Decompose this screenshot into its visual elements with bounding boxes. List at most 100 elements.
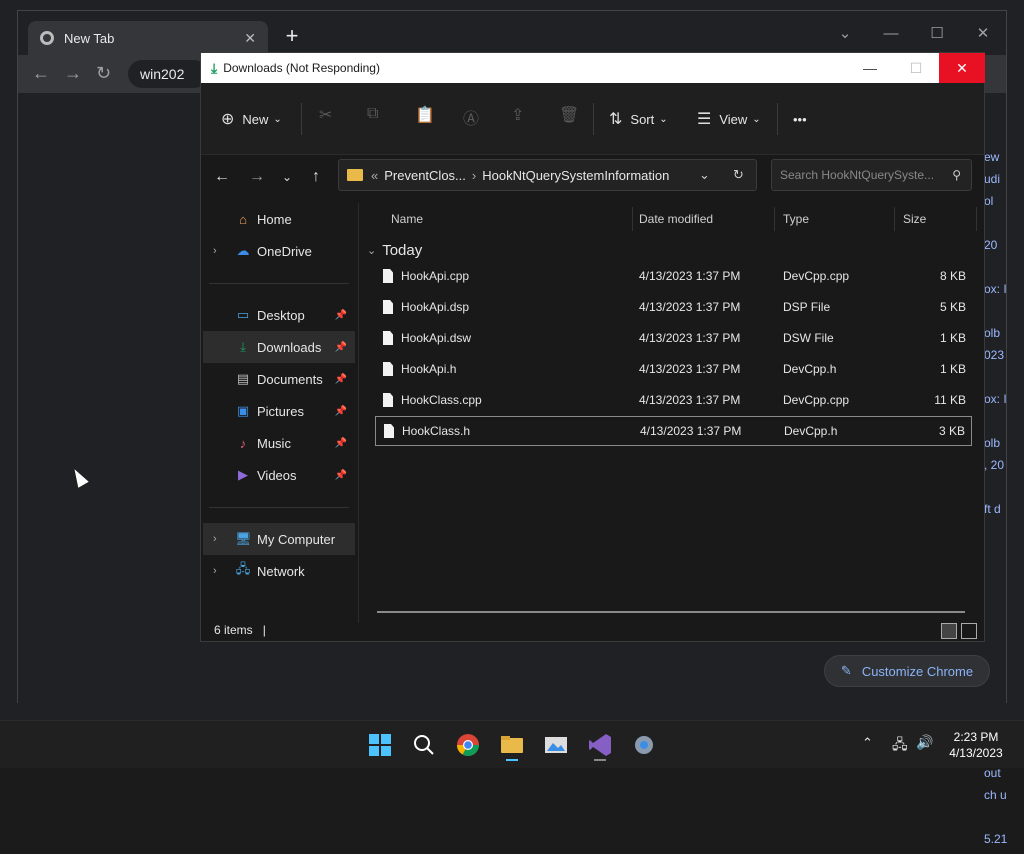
page-text-fragment: [984, 568, 1024, 590]
clock-date: 4/13/2023: [949, 746, 1003, 760]
forward-arrow-icon[interactable]: →: [64, 63, 82, 84]
chevron-up-icon[interactable]: ⌃: [862, 735, 873, 751]
page-text-fragment: [984, 700, 1024, 722]
cut-icon[interactable]: ✂: [319, 105, 332, 133]
share-icon[interactable]: ⇪: [511, 105, 524, 133]
delete-icon[interactable]: 🗑: [559, 105, 579, 133]
chrome-close-button[interactable]: ✕: [968, 19, 998, 49]
sort-button[interactable]: ⇅ Sort ⌄: [609, 105, 668, 133]
file-row[interactable]: HookClass.cpp 4/13/2023 1:37 PM DevCpp.cpp…: [375, 385, 972, 415]
photos-icon[interactable]: [540, 729, 572, 761]
search-icon[interactable]: [408, 729, 440, 761]
copy-icon[interactable]: ⧉: [367, 105, 378, 133]
back-arrow-icon[interactable]: ←: [209, 165, 235, 189]
tiles-view-icon[interactable]: [961, 623, 977, 639]
rename-icon[interactable]: Ⓐ: [463, 105, 479, 133]
close-icon[interactable]: ✕: [244, 30, 256, 47]
chrome-tab-new-tab[interactable]: New Tab ✕: [28, 21, 268, 55]
page-text-fragment: 20: [984, 238, 998, 252]
view-label: View: [719, 111, 748, 127]
search-input[interactable]: Search HookNtQuerySyste... ⚲: [771, 159, 972, 191]
column-header-type[interactable]: Type: [775, 207, 895, 231]
explorer-titlebar[interactable]: ⤓ Downloads (Not Responding) — ☐ ✕: [201, 53, 985, 83]
column-header-label: Size: [903, 212, 927, 226]
close-button[interactable]: ✕: [939, 53, 985, 83]
visual-studio-icon[interactable]: [584, 729, 616, 761]
customize-chrome-button[interactable]: ✎ Customize Chrome: [824, 655, 990, 687]
sidebar-item-network[interactable]: › 🖧 Network: [203, 555, 355, 587]
chrome-icon[interactable]: [452, 729, 484, 761]
up-arrow-icon[interactable]: ↑: [303, 165, 329, 189]
recent-locations-chevron-icon[interactable]: ⌄: [274, 165, 300, 189]
expand-chevron-icon[interactable]: ›: [213, 245, 217, 257]
sidebar-item-downloads[interactable]: ⤓ Downloads 📌: [203, 331, 355, 363]
minimize-button[interactable]: —: [847, 53, 893, 83]
download-icon: ⤓: [240, 339, 246, 354]
taskbar-clock[interactable]: 2:23 PM 4/13/2023: [936, 729, 1016, 761]
file-row[interactable]: HookClass.h 4/13/2023 1:37 PM DevCpp.h 3 KB: [375, 416, 972, 446]
overflow-chevron-icon[interactable]: «: [371, 168, 378, 183]
address-bar[interactable]: « PreventClos... › HookNtQuerySystemInfo…: [338, 159, 757, 191]
sidebar-item-pictures[interactable]: ▣ Pictures 📌: [203, 395, 355, 427]
chrome-maximize-button[interactable]: ☐: [922, 19, 952, 49]
separator: [593, 103, 594, 135]
sidebar-item-my-computer[interactable]: › 🖥 My Computer: [203, 523, 355, 555]
windows-start-icon[interactable]: [364, 729, 396, 761]
group-header-today[interactable]: ⌄ Today: [367, 239, 422, 261]
file-size: 1 KB: [939, 331, 966, 345]
status-bar: 6 items |: [201, 619, 984, 641]
folder-icon: [347, 169, 363, 181]
page-text-fragment: olb: [984, 436, 1001, 450]
expand-chevron-icon[interactable]: ›: [213, 565, 217, 577]
column-header-name[interactable]: Name: [383, 207, 633, 231]
settings-gear-icon[interactable]: [628, 729, 660, 761]
page-text-fragment: 023: [984, 348, 1005, 362]
details-view-icon[interactable]: [941, 623, 957, 639]
maximize-button[interactable]: ☐: [893, 53, 939, 83]
chrome-minimize-button[interactable]: —: [876, 19, 906, 49]
sidebar-item-music[interactable]: ♪ Music 📌: [203, 427, 355, 459]
file-date: 4/13/2023 1:37 PM: [639, 269, 741, 283]
refresh-icon[interactable]: ↻: [733, 167, 744, 183]
chrome-tabstrip: New Tab ✕ + ⌄ — ☐ ✕: [18, 11, 1006, 55]
file-row[interactable]: HookApi.cpp 4/13/2023 1:37 PM DevCpp.cpp 8 …: [375, 261, 972, 291]
sidebar-item-label: Desktop: [257, 307, 305, 323]
column-header-date-modified[interactable]: Date modified: [631, 207, 775, 231]
file-row[interactable]: HookApi.h 4/13/2023 1:37 PM DevCpp.h 1 KB: [375, 354, 972, 384]
page-text-fragment: ox: I: [984, 282, 1007, 296]
page-text-fragment: udi: [984, 172, 1001, 186]
pane-splitter[interactable]: [358, 203, 359, 623]
horizontal-scrollbar[interactable]: [377, 611, 965, 613]
sidebar-item-onedrive[interactable]: › ☁ OneDrive: [203, 235, 355, 267]
reload-icon[interactable]: ↻: [96, 63, 111, 84]
volume-icon[interactable]: 🔊: [916, 734, 933, 751]
page-text-fragment: ew: [984, 150, 1000, 164]
new-button[interactable]: ⊕ New ⌄: [221, 105, 282, 133]
view-button[interactable]: ☰ View ⌄: [697, 105, 761, 133]
breadcrumb-parent[interactable]: PreventClos...: [384, 168, 466, 183]
back-arrow-icon[interactable]: ←: [32, 63, 50, 84]
file-row[interactable]: HookApi.dsw 4/13/2023 1:37 PM DSW File 1 KB: [375, 323, 972, 353]
sidebar-item-videos[interactable]: ▶ Videos 📌: [203, 459, 355, 491]
network-icon[interactable]: 🖧: [892, 734, 908, 758]
sidebar-item-home[interactable]: ⌂ Home: [203, 203, 355, 235]
column-header-size[interactable]: Size: [895, 207, 977, 231]
page-text-fragment: [984, 634, 1024, 656]
chevron-down-icon[interactable]: ⌄: [830, 19, 860, 49]
chrome-tab-title: New Tab: [64, 30, 115, 46]
file-explorer-icon[interactable]: [496, 729, 528, 761]
chrome-favicon-icon: [40, 31, 54, 45]
chrome-page-text-fragments: ew udi ol 20 ox: I olb 023 ox: I olb , 20 ft d out c…: [984, 150, 1024, 846]
sidebar-item-documents[interactable]: ▤ Documents 📌: [203, 363, 355, 395]
file-row[interactable]: HookApi.dsp 4/13/2023 1:37 PM DSP File 5 KB: [375, 292, 972, 322]
new-tab-button[interactable]: +: [280, 25, 304, 49]
more-options-button[interactable]: •••: [793, 105, 807, 133]
file-name: HookApi.h: [401, 362, 457, 376]
chrome-omnibox[interactable]: win202: [128, 60, 208, 88]
sidebar-item-desktop[interactable]: ▭ Desktop 📌: [203, 299, 355, 331]
address-dropdown-icon[interactable]: ⌄: [699, 167, 710, 183]
paste-icon[interactable]: 📋: [415, 105, 435, 133]
forward-arrow-icon[interactable]: →: [244, 165, 270, 189]
expand-chevron-icon[interactable]: ›: [213, 533, 217, 545]
breadcrumb-current[interactable]: HookNtQuerySystemInformation: [482, 168, 669, 183]
